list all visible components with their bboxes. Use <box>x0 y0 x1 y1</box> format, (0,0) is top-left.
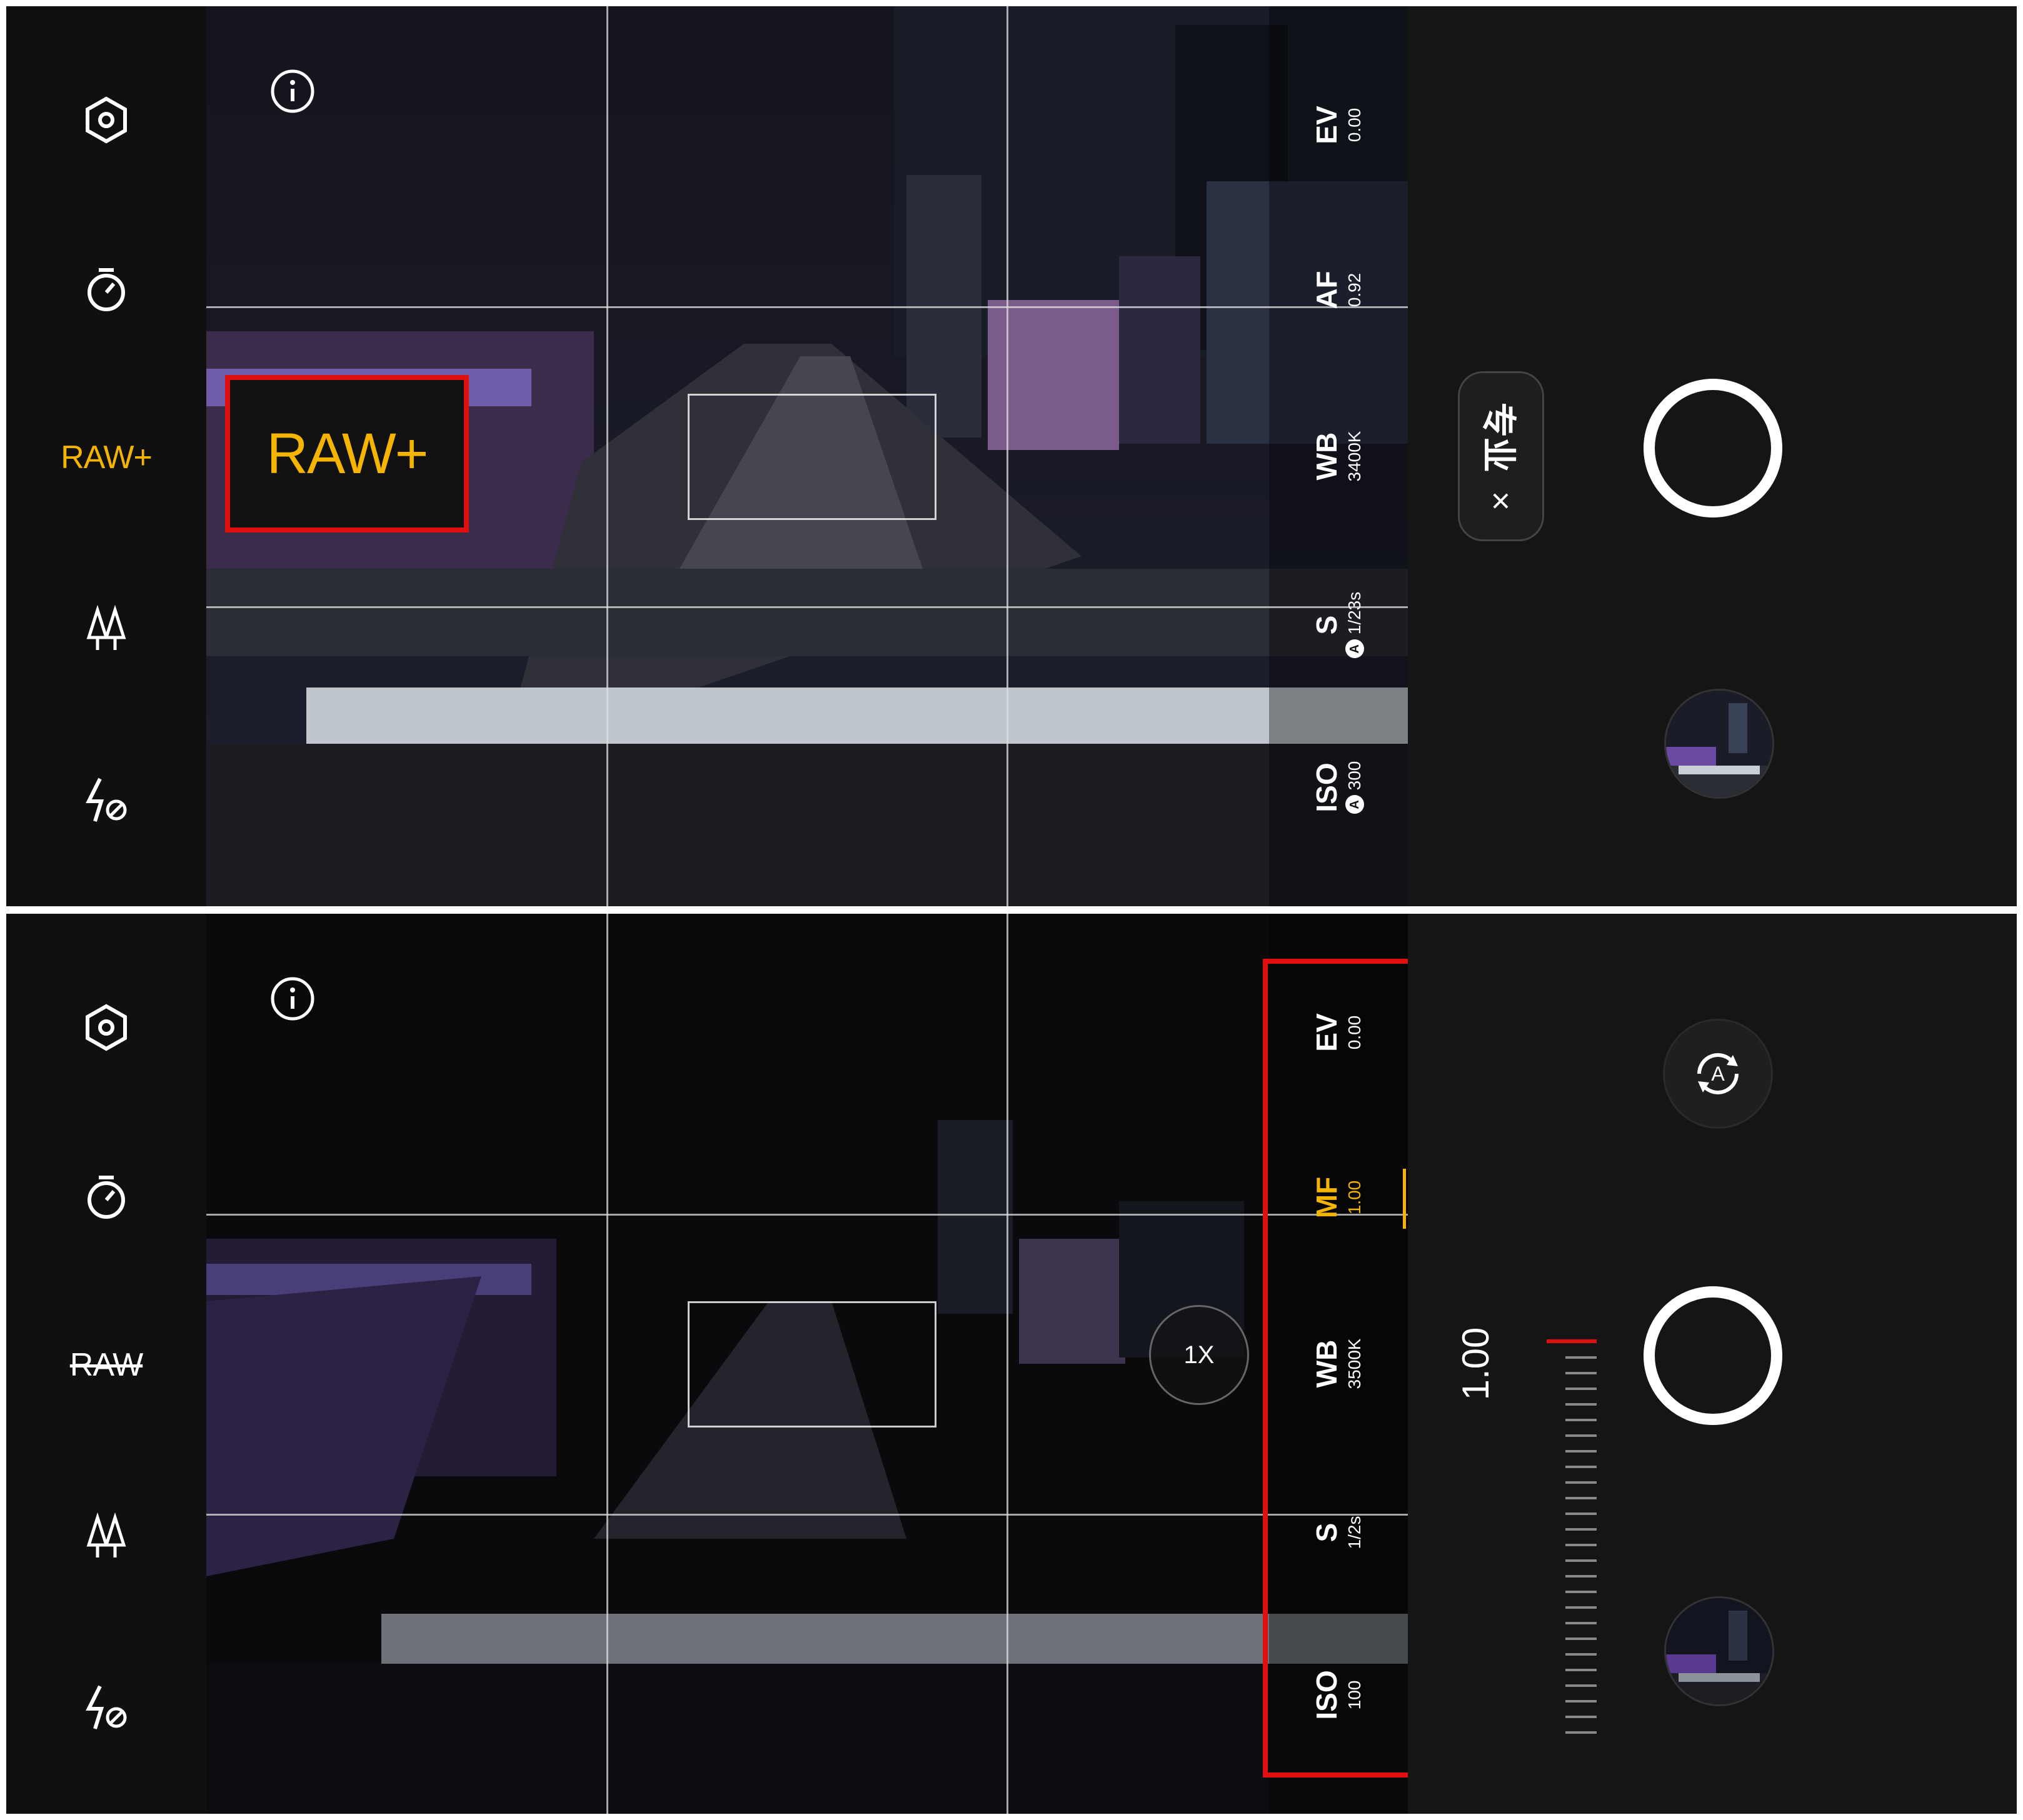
grid-line <box>606 914 608 1814</box>
filter-icon[interactable] <box>75 1506 138 1569</box>
param-wb[interactable]: WB 3400K <box>1275 394 1400 519</box>
grid-line <box>206 306 1408 308</box>
shutter-button[interactable] <box>1644 1286 1782 1425</box>
gallery-thumbnail[interactable] <box>1664 1596 1774 1706</box>
viewfinder[interactable]: 1X EV 0.00 MF 1.00 WB 3500K S 1/2s ISO 1… <box>206 914 1408 1814</box>
shutter-button[interactable] <box>1644 379 1782 518</box>
gallery-thumbnail[interactable] <box>1664 689 1774 799</box>
right-controls: 专业 × <box>1408 6 2017 906</box>
info-icon[interactable] <box>269 68 316 115</box>
timer-icon[interactable] <box>75 1166 138 1229</box>
info-icon[interactable] <box>269 975 316 1022</box>
raw-toggle-off[interactable]: RAW <box>44 1346 169 1384</box>
raw-toggle[interactable]: RAW+ <box>44 439 169 476</box>
svg-text:A: A <box>1711 1062 1725 1085</box>
param-af[interactable]: AF 0.92 <box>1275 228 1400 352</box>
param-ev[interactable]: EV 0.00 <box>1275 62 1400 188</box>
mf-slider-scale[interactable] <box>1547 1339 1597 1751</box>
settings-icon[interactable] <box>75 996 138 1059</box>
camera-screen-top: RAW+ EV 0.00 AF 0.92 WB 3400K S A 1/23s … <box>6 6 2017 906</box>
raw-plus-callout: RAW+ <box>225 375 469 532</box>
grid-line <box>1006 6 1008 906</box>
flash-off-icon[interactable] <box>75 769 138 831</box>
auto-reset-button[interactable]: A <box>1663 1019 1773 1129</box>
filter-icon[interactable] <box>75 599 138 661</box>
left-toolbar: RAW+ <box>6 6 206 906</box>
pro-mode-label: 专业 <box>1478 402 1519 472</box>
grid-line <box>206 606 1408 608</box>
close-icon[interactable]: × <box>1482 491 1520 511</box>
focus-frame[interactable] <box>688 394 936 520</box>
grid-line <box>606 6 608 906</box>
flash-off-icon[interactable] <box>75 1676 138 1739</box>
grid-line <box>206 1514 1408 1516</box>
timer-icon[interactable] <box>75 259 138 321</box>
grid-line <box>1006 914 1008 1814</box>
auto-badge: A <box>1345 795 1364 814</box>
auto-badge: A <box>1345 639 1364 659</box>
param-shutter[interactable]: S A 1/23s <box>1275 562 1400 688</box>
grid-line <box>206 1214 1408 1216</box>
mf-readout: 1.00 <box>1454 1327 1497 1401</box>
param-iso[interactable]: ISO A 300 <box>1275 725 1400 850</box>
pro-mode-pill[interactable]: 专业 × <box>1458 371 1544 541</box>
focus-frame[interactable] <box>688 1301 936 1428</box>
left-toolbar: RAW <box>6 914 206 1814</box>
zoom-button[interactable]: 1X <box>1149 1305 1249 1405</box>
settings-icon[interactable] <box>75 89 138 151</box>
camera-screen-bottom: RAW 1X EV 0.00 MF 1.00 WB 3500K S 1/2s I… <box>6 914 2017 1814</box>
auto-reset-icon: A <box>1697 1053 1739 1094</box>
